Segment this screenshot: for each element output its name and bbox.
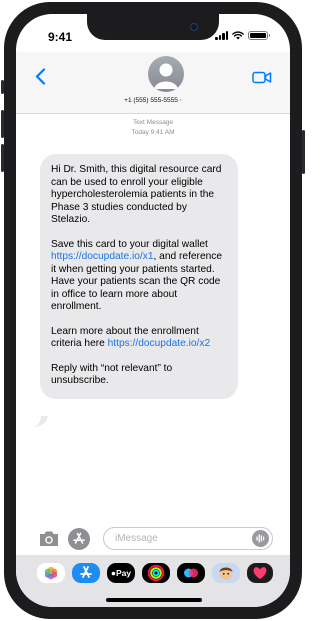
message-timestamp: Today 9:41 AM — [131, 129, 175, 136]
photos-icon — [44, 566, 58, 580]
battery-icon — [248, 31, 270, 40]
memoji-app-icon[interactable] — [212, 563, 240, 583]
phone-screen: 9:41 +1 (555) 555-5555 › Text Message To… — [16, 14, 290, 607]
battery-level — [250, 33, 266, 38]
heart-icon — [253, 567, 267, 579]
imessage-placeholder: iMessage — [115, 533, 158, 544]
chevron-right-icon: › — [179, 97, 182, 104]
message-paragraph: Hi Dr. Smith, this digital resource card… — [51, 164, 222, 225]
message-link[interactable]: https://docupdate.io/x2 — [108, 338, 211, 349]
contact-avatar[interactable] — [148, 56, 184, 92]
message-service-label: Text Message — [132, 119, 174, 126]
contact-phone-number[interactable]: +1 (555) 555-5555 › — [16, 97, 290, 104]
app-store-app-icon[interactable] — [72, 563, 100, 583]
apple-pay-label: Pay — [116, 568, 132, 578]
app-store-apps-button[interactable] — [68, 528, 90, 550]
apple-pay-app-icon[interactable]: ●Pay — [107, 563, 135, 583]
message-link[interactable]: https://docupdate.io/x1 — [51, 251, 154, 262]
message-text: Save this card to your digital wallet — [51, 238, 208, 250]
message-paragraph: Reply with “not relevant” to unsubscribe… — [51, 362, 173, 387]
photos-app-icon[interactable] — [37, 563, 65, 583]
front-camera — [190, 23, 198, 31]
imessage-input[interactable]: iMessage — [103, 527, 273, 550]
notch — [87, 14, 219, 40]
activity-rings-icon — [147, 564, 165, 582]
wifi-icon — [232, 31, 244, 40]
home-indicator[interactable] — [106, 598, 202, 602]
back-chevron-icon[interactable] — [35, 68, 46, 85]
status-icons — [215, 31, 270, 40]
camera-icon[interactable] — [38, 530, 60, 547]
message-composer: iMessage — [16, 524, 290, 554]
conversation-header: +1 (555) 555-5555 › — [16, 52, 290, 114]
status-time: 9:41 — [48, 30, 73, 44]
volume-up-button — [1, 110, 4, 138]
digital-touch-icon — [184, 568, 198, 578]
contact-phone-text: +1 (555) 555-5555 — [124, 97, 178, 104]
activity-app-icon[interactable] — [142, 563, 170, 583]
signal-icon — [215, 31, 228, 40]
heart-sticker-app-icon[interactable] — [247, 563, 273, 583]
memoji-face-icon — [219, 567, 233, 580]
waveform-icon — [256, 534, 265, 543]
message-paragraph: Learn more about the enrollment criteria… — [51, 326, 228, 351]
message-paragraph: Save this card to your digital wallet ht… — [51, 239, 228, 314]
audio-message-button[interactable] — [252, 530, 269, 547]
power-button — [302, 130, 305, 174]
incoming-message-bubble[interactable]: Hi Dr. Smith, this digital resource card… — [40, 154, 238, 399]
app-store-a-icon — [80, 566, 92, 578]
person-icon — [154, 63, 178, 89]
silent-switch — [1, 80, 4, 94]
digital-touch-app-icon[interactable] — [177, 563, 205, 583]
volume-down-button — [1, 144, 4, 172]
video-call-icon[interactable] — [252, 71, 272, 84]
app-store-icon — [73, 532, 85, 544]
phone-frame: 9:41 +1 (555) 555-5555 › Text Message To… — [1, 2, 305, 619]
bubble-tail — [34, 416, 48, 427]
